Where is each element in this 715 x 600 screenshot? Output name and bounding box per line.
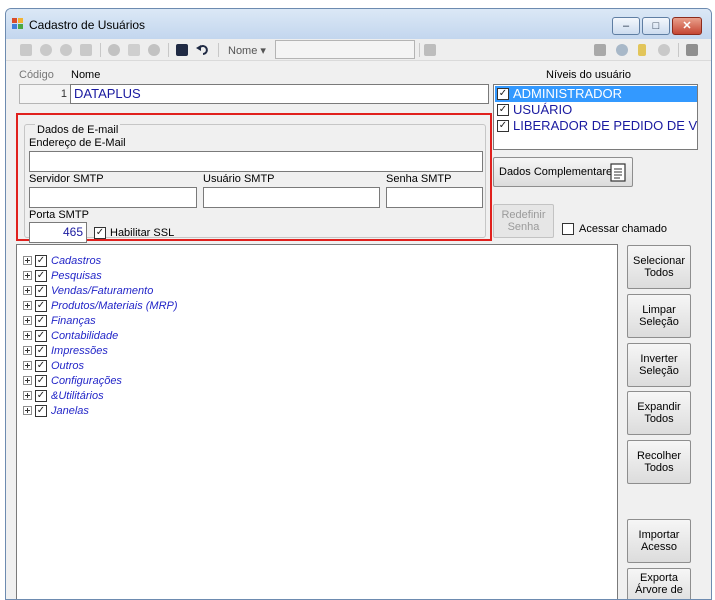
- window-title: Cadastro de Usuários: [29, 18, 146, 32]
- smtp-password-input[interactable]: [386, 187, 483, 208]
- expand-icon[interactable]: [23, 256, 32, 265]
- checkbox-checked-icon[interactable]: ✓: [35, 360, 47, 372]
- undo-icon[interactable]: [196, 43, 210, 57]
- clear-selection-button[interactable]: Limpar Seleção: [627, 294, 691, 338]
- minimize-button[interactable]: –: [612, 17, 640, 35]
- maximize-button[interactable]: □: [642, 17, 670, 35]
- smtp-server-input[interactable]: [29, 187, 197, 208]
- title-bar[interactable]: Cadastro de Usuários – □ ✕: [6, 9, 711, 39]
- first-record-icon[interactable]: [20, 44, 32, 56]
- user-icon[interactable]: [658, 44, 670, 56]
- select-all-button[interactable]: Selecionar Todos: [627, 245, 691, 289]
- search-input[interactable]: [275, 40, 415, 59]
- checkbox-checked-icon[interactable]: ✓: [35, 390, 47, 402]
- next-record-icon[interactable]: [60, 44, 72, 56]
- close-icon: ✕: [682, 20, 692, 32]
- nome-label: Nome: [71, 69, 101, 81]
- permissions-tree[interactable]: ✓ Cadastros ✓ Pesquisas ✓ Vendas/Faturam…: [16, 244, 618, 599]
- ssl-checkbox[interactable]: ✓: [94, 227, 106, 239]
- complementary-data-label: Dados Complementares: [499, 166, 618, 178]
- expand-icon[interactable]: [23, 316, 32, 325]
- checkbox-checked-icon[interactable]: ✓: [35, 270, 47, 282]
- smtp-user-input[interactable]: [203, 187, 380, 208]
- expand-icon[interactable]: [23, 376, 32, 385]
- collapse-all-button[interactable]: Recolher Todos: [627, 440, 691, 484]
- checkbox-checked-icon[interactable]: ✓: [497, 120, 509, 132]
- import-access-button[interactable]: Importar Acesso: [627, 519, 691, 563]
- minimize-icon: –: [622, 20, 630, 32]
- invert-selection-button[interactable]: Inverter Seleção: [627, 343, 691, 387]
- add-icon[interactable]: [108, 44, 120, 56]
- expand-icon[interactable]: [23, 331, 32, 340]
- codigo-label: Código: [19, 69, 54, 81]
- expand-icon[interactable]: [23, 346, 32, 355]
- expand-all-button[interactable]: Expandir Todos: [627, 391, 691, 435]
- checkbox-checked-icon[interactable]: ✓: [35, 315, 47, 327]
- toolbar-separator: [419, 43, 420, 57]
- level-item[interactable]: ✓ USUÁRIO: [495, 102, 697, 118]
- checkbox-checked-icon[interactable]: ✓: [35, 375, 47, 387]
- checkbox-checked-icon[interactable]: ✓: [35, 285, 47, 297]
- app-icon: [12, 18, 24, 30]
- expand-icon[interactable]: [23, 286, 32, 295]
- maximize-icon: □: [652, 20, 660, 32]
- checkbox-checked-icon[interactable]: ✓: [35, 405, 47, 417]
- toolbar-separator: [218, 43, 219, 57]
- toolbar-separator: [168, 43, 169, 57]
- nome-field[interactable]: DATAPLUS: [70, 84, 489, 104]
- expand-icon[interactable]: [23, 391, 32, 400]
- exit-icon[interactable]: [686, 44, 698, 56]
- access-called-checkbox[interactable]: [562, 223, 574, 235]
- email-group-title: Dados de E-mail: [35, 124, 121, 136]
- smtp-port-label: Porta SMTP: [29, 209, 89, 221]
- email-address-label: Endereço de E-Mail: [29, 137, 126, 149]
- expand-icon[interactable]: [23, 301, 32, 310]
- close-button[interactable]: ✕: [672, 17, 702, 35]
- toolbar-separator: [678, 43, 679, 57]
- checkbox-checked-icon[interactable]: ✓: [497, 104, 509, 116]
- export-tree-button[interactable]: Exporta Árvore de: [627, 568, 691, 599]
- reset-password-button[interactable]: Redefinir Senha: [493, 204, 554, 238]
- smtp-password-label: Senha SMTP: [386, 173, 452, 185]
- user-registration-window: Cadastro de Usuários – □ ✕ Nome ▾ Código…: [5, 8, 712, 600]
- codigo-field: 1: [19, 84, 71, 104]
- toolbar: Nome ▾: [6, 39, 711, 61]
- expand-icon[interactable]: [23, 271, 32, 280]
- email-settings-highlight: Dados de E-mail Endereço de E-Mail Servi…: [16, 113, 492, 243]
- document-icon: [610, 163, 626, 182]
- expand-icon[interactable]: [23, 406, 32, 415]
- email-address-input[interactable]: [29, 151, 483, 172]
- smtp-port-input[interactable]: 465: [29, 222, 87, 243]
- smtp-user-label: Usuário SMTP: [203, 173, 275, 185]
- level-item[interactable]: ✓ LIBERADOR DE PEDIDO DE VENDA: [495, 118, 697, 134]
- checkbox-checked-icon[interactable]: ✓: [35, 330, 47, 342]
- edit-icon[interactable]: [128, 44, 140, 56]
- expand-icon[interactable]: [23, 361, 32, 370]
- smtp-server-label: Servidor SMTP: [29, 173, 104, 185]
- email-fieldset: Dados de E-mail Endereço de E-Mail Servi…: [24, 124, 486, 243]
- previous-record-icon[interactable]: [40, 44, 52, 56]
- checkbox-checked-icon[interactable]: ✓: [35, 345, 47, 357]
- checkbox-checked-icon[interactable]: ✓: [497, 88, 509, 100]
- last-record-icon[interactable]: [80, 44, 92, 56]
- access-called-label: Acessar chamado: [579, 223, 668, 235]
- levels-list[interactable]: ✓ ADMINISTRADOR ✓ USUÁRIO ✓ LIBERADOR DE…: [493, 84, 698, 150]
- search-field-selector[interactable]: Nome ▾: [228, 44, 266, 57]
- report-icon[interactable]: [594, 44, 606, 56]
- checkbox-checked-icon[interactable]: ✓: [35, 255, 47, 267]
- grid-view-icon[interactable]: [424, 44, 436, 56]
- save-icon[interactable]: [176, 44, 188, 56]
- filter-icon[interactable]: [638, 44, 646, 56]
- checkbox-checked-icon[interactable]: ✓: [35, 300, 47, 312]
- search-icon[interactable]: [616, 44, 628, 56]
- delete-icon[interactable]: [148, 44, 160, 56]
- level-item[interactable]: ✓ ADMINISTRADOR: [495, 86, 697, 102]
- complementary-data-button[interactable]: Dados Complementares: [493, 157, 633, 187]
- levels-label: Níveis do usuário: [546, 69, 631, 81]
- ssl-label: Habilitar SSL: [110, 227, 175, 239]
- toolbar-separator: [100, 43, 101, 57]
